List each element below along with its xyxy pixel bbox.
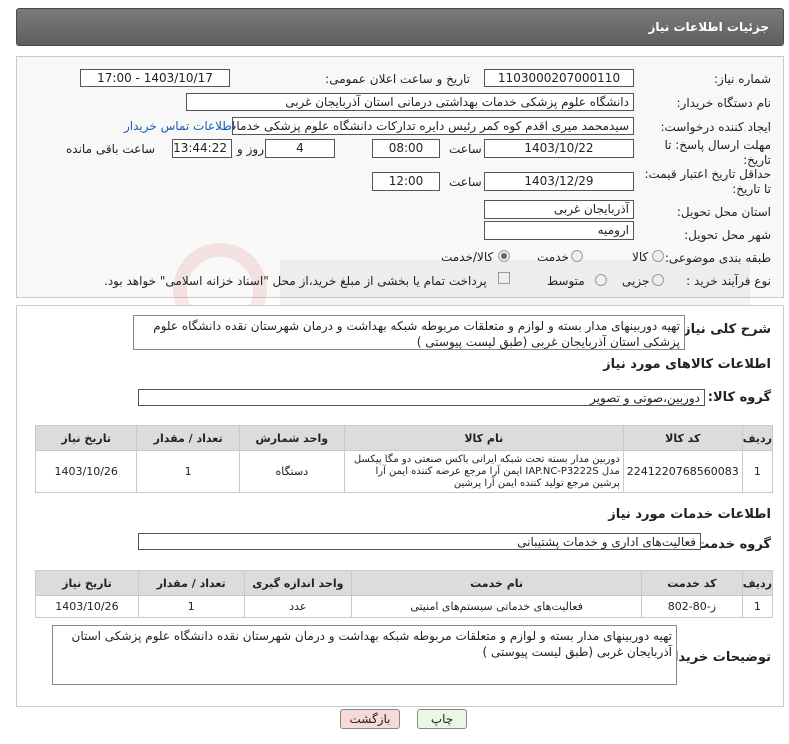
services-row-date: 1403/10/26: [35, 595, 139, 618]
province-label: استان محل تحویل:: [676, 205, 771, 219]
buyer-org-label: نام دستگاه خریدار:: [676, 96, 772, 110]
validity-hour-label: ساعت: [449, 175, 482, 189]
buyer-notes-textarea[interactable]: تهیه دوربینهای مدار بسته و لوازم و متعلق…: [52, 625, 677, 685]
goods-col-code: کد کالا: [622, 425, 743, 451]
goods-row-name: دوربین مدار بسته تحت شبکه ایرانی باکس صن…: [343, 450, 624, 493]
services-col-date: تاریخ نیاز: [35, 570, 139, 596]
days-label: روز و: [237, 142, 264, 156]
category-radio-goods-service[interactable]: [498, 250, 510, 262]
process-label: نوع فرآیند خرید :: [686, 274, 771, 288]
deadline-date-field: 1403/10/22: [484, 139, 634, 158]
goods-table-header: ردیف کد کالا نام کالا واحد شمارش تعداد /…: [34, 425, 774, 451]
services-group-label: گروه خدمت:: [691, 537, 771, 552]
creator-label: ایجاد کننده درخواست:: [660, 120, 771, 134]
goods-col-idx: ردیف: [741, 425, 774, 451]
need-number-field: 1103000207000110: [484, 69, 634, 87]
page-header: جزئیات اطلاعات نیاز: [16, 8, 784, 46]
services-col-name: نام خدمت: [351, 570, 643, 596]
services-row-idx: 1: [741, 595, 774, 618]
goods-col-date: تاریخ نیاز: [34, 425, 138, 451]
goods-row-idx: 1: [741, 450, 774, 493]
category-option-goods: کالا: [632, 250, 649, 264]
process-option-medium: متوسط: [547, 274, 585, 288]
announce-datetime-field: 1403/10/17 - 17:00: [80, 69, 230, 87]
deadline-label: مهلت ارسال پاسخ: تا تاریخ:: [664, 138, 771, 167]
services-row-unit: عدد: [243, 595, 353, 618]
goods-col-unit: واحد شمارش: [238, 425, 345, 451]
services-group-field: فعالیت‌های اداری و خدمات پشتیبانی: [138, 533, 701, 550]
validity-date-field: 1403/12/29: [484, 172, 634, 191]
goods-table: ردیف کد کالا نام کالا واحد شمارش تعداد /…: [34, 425, 774, 493]
process-radio-medium[interactable]: [595, 274, 607, 286]
validity-time-field: 12:00: [372, 172, 440, 191]
goods-col-name: نام کالا: [343, 425, 624, 451]
summary-textarea[interactable]: تهیه دوربینهای مدار بسته و لوازم و متعلق…: [133, 315, 685, 350]
category-option-goods-service: کالا/خدمت: [441, 250, 494, 264]
services-row-name: فعالیت‌های خدماتی سیستم‌های امنیتی: [351, 595, 643, 618]
table-row: 1 2241220768560083 دوربین مدار بسته تحت …: [34, 450, 774, 493]
days-field: 4: [265, 139, 335, 158]
goods-section-title: اطلاعات کالاهای مورد نیاز: [603, 357, 771, 372]
treasury-payment-checkbox[interactable]: [498, 272, 510, 284]
page-title: جزئیات اطلاعات نیاز: [648, 20, 769, 34]
process-radio-minor[interactable]: [652, 274, 664, 286]
deadline-time-field: 08:00: [372, 139, 440, 158]
category-radio-goods[interactable]: [652, 250, 664, 262]
buyer-notes-label: توضیحات خریدار:: [661, 650, 771, 665]
back-button[interactable]: بازگشت: [340, 709, 400, 729]
category-radio-service[interactable]: [571, 250, 583, 262]
services-section-title: اطلاعات خدمات مورد نیاز: [608, 507, 771, 522]
deadline-hour-label: ساعت: [449, 142, 482, 156]
city-label: شهر محل تحویل:: [684, 228, 771, 242]
validity-label: حداقل تاریخ اعتبار قیمت: تا تاریخ:: [644, 167, 771, 196]
need-number-label: شماره نیاز:: [714, 72, 771, 86]
goods-group-field: دوربین،صوتی و تصویر: [138, 389, 705, 406]
buyer-org-field: دانشگاه علوم پزشکی خدمات بهداشتی درمانی …: [186, 93, 634, 111]
goods-row-unit: دستگاه: [238, 450, 345, 493]
print-button[interactable]: چاپ: [417, 709, 467, 729]
table-row: 1 ز-80-802 فعالیت‌های خدماتی سیستم‌های ا…: [35, 595, 774, 618]
services-row-code: ز-80-802: [641, 595, 743, 618]
goods-row-date: 1403/10/26: [34, 450, 138, 493]
services-table: ردیف کد خدمت نام خدمت واحد اندازه گیری ت…: [35, 570, 774, 618]
announce-datetime-label: تاریخ و ساعت اعلان عمومی:: [325, 72, 470, 86]
services-col-qty: تعداد / مقدار: [137, 570, 245, 596]
goods-col-qty: تعداد / مقدار: [136, 425, 240, 451]
buyer-contact-link[interactable]: اطلاعات تماس خریدار: [124, 119, 235, 133]
remaining-time-field: 13:44:22: [172, 139, 232, 158]
goods-row-code: 2241220768560083: [622, 450, 743, 493]
goods-group-label: گروه کالا:: [707, 390, 771, 405]
services-table-header: ردیف کد خدمت نام خدمت واحد اندازه گیری ت…: [35, 570, 774, 596]
creator-field: سیدمحمد میری اقدم کوه کمر رئیس دایره تدا…: [232, 117, 634, 135]
process-option-minor: جزیی: [622, 274, 650, 288]
goods-row-qty: 1: [136, 450, 240, 493]
category-label: طبقه بندی موضوعی:: [664, 251, 771, 265]
treasury-payment-note: پرداخت تمام یا بخشی از مبلغ خرید،از محل …: [104, 274, 487, 288]
services-row-qty: 1: [137, 595, 245, 618]
services-col-idx: ردیف: [741, 570, 774, 596]
province-field: آذربایجان غربی: [484, 200, 634, 219]
services-col-unit: واحد اندازه گیری: [243, 570, 353, 596]
remaining-label: ساعت باقی مانده: [66, 142, 156, 156]
summary-label: شرح کلی نیاز:: [677, 322, 771, 337]
services-col-code: کد خدمت: [641, 570, 743, 596]
city-field: ارومیه: [484, 221, 634, 240]
category-option-service: خدمت: [537, 250, 569, 264]
